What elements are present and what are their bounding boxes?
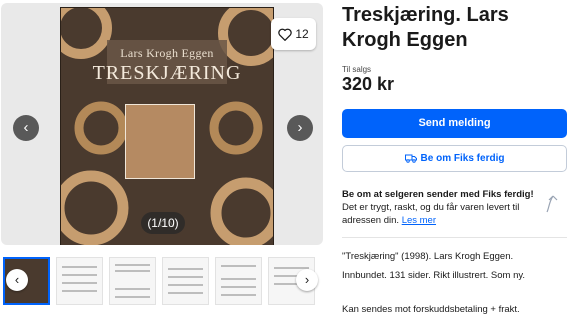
thumbnail[interactable]: [215, 257, 262, 305]
fiks-info-text: Be om at selgeren sender med Fiks ferdig…: [342, 188, 540, 227]
description-line: Innbundet. 131 sider. Rikt illustrert. S…: [342, 270, 526, 281]
next-image-button[interactable]: ›: [287, 115, 313, 141]
favorite-button[interactable]: 12: [271, 18, 316, 50]
read-more-link[interactable]: Les mer: [402, 215, 436, 226]
thumbnail[interactable]: [56, 257, 103, 305]
listing-title: Treskjæring. Lars Krogh Eggen: [342, 4, 509, 51]
book-cover-image: Lars Krogh Eggen TRESKJÆRING C N: [61, 8, 273, 245]
heart-icon: [278, 28, 293, 41]
thumbnail-next-button[interactable]: ›: [296, 269, 318, 291]
prev-image-button[interactable]: ‹: [13, 115, 39, 141]
fiks-ferdig-button[interactable]: Be om Fiks ferdig: [342, 145, 567, 172]
favorite-count: 12: [295, 27, 309, 41]
fiks-ferdig-label: Be om Fiks ferdig: [420, 153, 505, 164]
divider: [342, 237, 567, 238]
image-gallery[interactable]: Lars Krogh Eggen TRESKJÆRING C N (1/10) …: [1, 3, 323, 245]
listing-price: 320 kr: [342, 74, 395, 94]
arrow-up-icon: [546, 195, 558, 213]
fiks-info-heading: Be om at selgeren sender med Fiks ferdig…: [342, 189, 534, 200]
thumbnail[interactable]: [109, 257, 156, 305]
description-line: "Treskjæring" (1998). Lars Krogh Eggen.: [342, 251, 514, 262]
cover-photo: [125, 104, 195, 179]
sale-status-label: Til salgs: [342, 65, 372, 74]
image-counter: (1/10): [141, 212, 185, 234]
thumbnail[interactable]: [162, 257, 209, 305]
cover-title: TRESKJÆRING: [92, 62, 242, 84]
thumbnail-strip: ‹ ›: [3, 257, 321, 307]
truck-icon: [404, 154, 417, 163]
thumbnail-prev-button[interactable]: ‹: [6, 269, 28, 291]
cover-author: Lars Krogh Eggen: [120, 46, 214, 60]
send-message-button[interactable]: Send melding: [342, 109, 567, 138]
description-line: Kan sendes mot forskuddsbetaling + frakt…: [342, 304, 520, 315]
